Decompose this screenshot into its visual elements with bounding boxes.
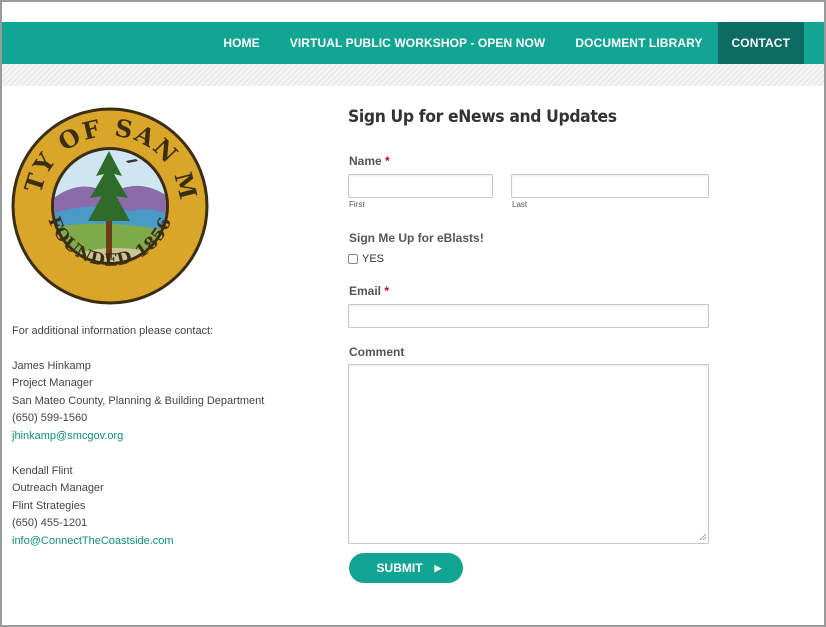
email-input[interactable] xyxy=(348,304,709,328)
nav-item-home[interactable]: HOME xyxy=(208,22,274,64)
eblast-checkbox[interactable] xyxy=(348,254,358,264)
email-label-text: Email xyxy=(349,284,382,298)
page-frame: HOME VIRTUAL PUBLIC WORKSHOP - OPEN NOW … xyxy=(0,0,826,627)
nav-item-document-library[interactable]: DOCUMENT LIBRARY xyxy=(560,22,717,64)
submit-label: SUBMIT xyxy=(376,561,423,575)
required-mark: * xyxy=(385,154,390,168)
first-sublabel: First xyxy=(349,200,365,209)
contact-title: Outreach Manager xyxy=(12,482,104,494)
name-label: Name * xyxy=(349,154,390,168)
eblast-label: Sign Me Up for eBlasts! xyxy=(349,231,484,245)
submit-button[interactable]: SUBMIT ▶ xyxy=(349,553,463,583)
contact-email-link[interactable]: info@ConnectTheCoastside.com xyxy=(12,533,264,551)
last-sublabel: Last xyxy=(512,200,528,209)
header-stripe xyxy=(2,64,824,86)
nav-item-virtual-workshop[interactable]: VIRTUAL PUBLIC WORKSHOP - OPEN NOW xyxy=(275,22,561,64)
contact-name: Kendall Flint xyxy=(12,464,73,477)
contact-intro: For additional information please contac… xyxy=(12,325,214,337)
comment-label: Comment xyxy=(349,345,405,359)
form-title: Sign Up for eNews and Updates xyxy=(348,107,617,127)
contact-org: Flint Strategies xyxy=(12,499,86,512)
contact-org: San Mateo County, Planning & Building De… xyxy=(12,394,265,407)
nav-menu: HOME VIRTUAL PUBLIC WORKSHOP - OPEN NOW … xyxy=(208,22,804,64)
triangle-right-icon: ▶ xyxy=(434,562,442,573)
resize-grip-icon[interactable] xyxy=(699,533,707,541)
contact-email-link[interactable]: jhinkamp@smcgov.org xyxy=(12,428,264,446)
required-mark: * xyxy=(384,284,390,298)
contact-person-hinkamp: James Hinkamp Project Manager San Mateo … xyxy=(12,358,264,446)
contact-name: James Hinkamp xyxy=(12,359,91,372)
last-name-input[interactable] xyxy=(511,174,709,198)
contact-title: Project Manager xyxy=(12,377,93,389)
contact-phone: (650) 599-1560 xyxy=(12,412,88,424)
county-seal-logo: COUNTY OF SAN MATEO FOUNDED 1856 xyxy=(10,106,209,305)
nav-item-contact[interactable]: CONTACT xyxy=(717,22,804,64)
email-label: Email * xyxy=(349,284,389,298)
eblast-option-label[interactable]: YES xyxy=(362,253,384,265)
name-label-text: Name xyxy=(349,154,382,168)
top-nav: HOME VIRTUAL PUBLIC WORKSHOP - OPEN NOW … xyxy=(2,22,824,64)
contact-info: For additional information please contac… xyxy=(12,323,264,568)
first-name-input[interactable] xyxy=(348,174,493,198)
comment-textarea[interactable] xyxy=(348,364,709,544)
contact-phone: (650) 455-1201 xyxy=(12,517,88,529)
contact-person-flint: Kendall Flint Outreach Manager Flint Str… xyxy=(12,463,264,551)
eblast-checkbox-row[interactable]: YES xyxy=(348,253,384,265)
